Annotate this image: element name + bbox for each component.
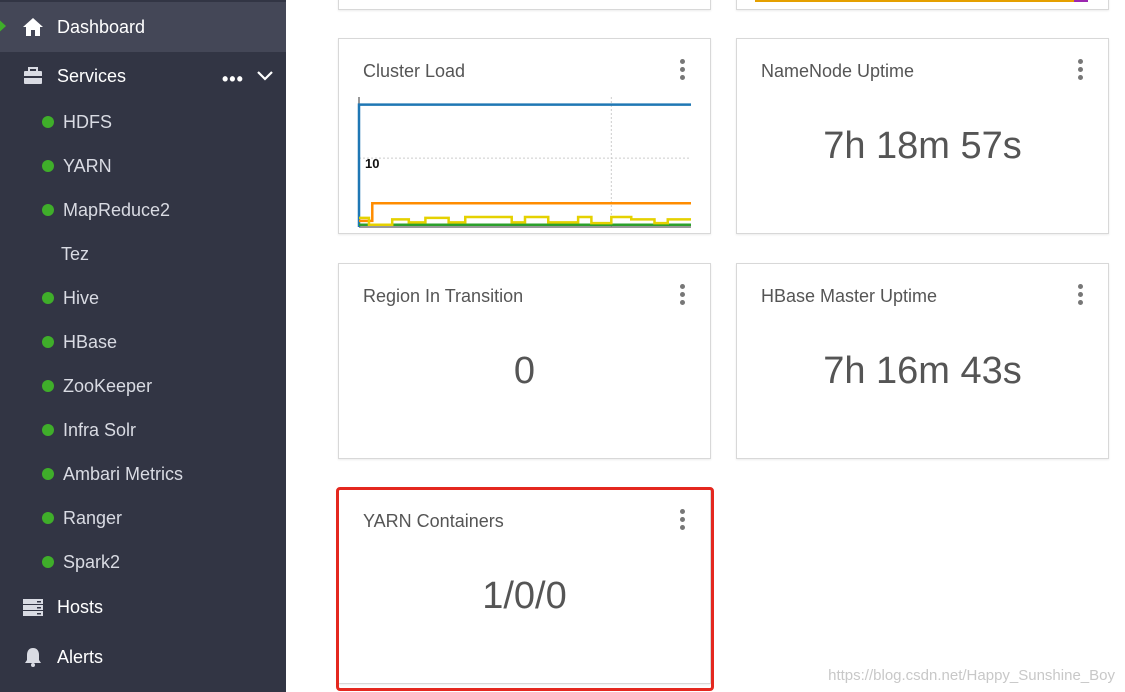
status-dot: [42, 512, 54, 524]
status-dot: [42, 336, 54, 348]
status-dot: [42, 424, 54, 436]
watermark: https://blog.csdn.net/Happy_Sunshine_Boy: [828, 667, 1115, 684]
nav-item-services[interactable]: Services •••: [0, 51, 286, 101]
status-dot: [42, 380, 54, 392]
region-in-transition-value: 0: [513, 350, 536, 392]
service-item-yarn[interactable]: YARN: [0, 144, 286, 188]
status-dot: [42, 468, 54, 480]
widget-namenode-uptime[interactable]: NameNode Uptime 7h 18m 57s: [736, 38, 1109, 234]
service-item-tez[interactable]: Tez: [0, 232, 286, 276]
widget-partial-left: [338, 0, 711, 10]
service-label: Infra Solr: [63, 419, 137, 440]
service-item-hive[interactable]: Hive: [0, 276, 286, 320]
widget-title: HBase Master Uptime: [761, 286, 938, 306]
service-item-hbase[interactable]: HBase: [0, 320, 286, 364]
widget-hbase-master-uptime[interactable]: HBase Master Uptime 7h 16m 43s: [736, 263, 1109, 459]
y-tick-label: 10: [365, 156, 379, 171]
widget-cluster-load[interactable]: Cluster Load 10: [338, 38, 711, 234]
chevron-down-icon[interactable]: [254, 64, 276, 86]
chart-line-fragment: [1074, 0, 1088, 2]
widget-partial-right: [736, 0, 1109, 10]
service-label: Ambari Metrics: [63, 463, 184, 484]
service-label: Spark2: [63, 551, 121, 572]
service-label: Tez: [61, 243, 90, 264]
briefcase-icon: [22, 65, 44, 87]
widget-title: Region In Transition: [363, 286, 524, 306]
kebab-menu-icon[interactable]: [676, 59, 688, 83]
hbase-master-uptime-value: 7h 16m 43s: [823, 350, 1022, 392]
chart-line-fragment: [755, 0, 1074, 2]
more-options-icon[interactable]: •••: [222, 69, 244, 90]
bell-icon: [22, 646, 44, 668]
service-label: Hive: [63, 287, 100, 308]
widget-title: NameNode Uptime: [761, 61, 915, 81]
nav-item-alerts[interactable]: Alerts: [0, 632, 286, 682]
service-label: Ranger: [63, 507, 123, 528]
nav-label-alerts: Alerts: [57, 646, 104, 667]
series-line-0: [357, 103, 691, 227]
nav-item-dashboard[interactable]: Dashboard: [0, 2, 286, 52]
service-item-ranger[interactable]: Ranger: [0, 496, 286, 540]
widget-title: Cluster Load: [363, 61, 466, 81]
service-item-mapreduce2[interactable]: MapReduce2: [0, 188, 286, 232]
nav-label-hosts: Hosts: [57, 596, 104, 617]
active-indicator: [0, 15, 6, 37]
kebab-menu-icon[interactable]: [1074, 284, 1086, 308]
status-dot: [42, 116, 54, 128]
kebab-menu-icon[interactable]: [1074, 59, 1086, 83]
server-icon: [22, 596, 44, 618]
namenode-uptime-value: 7h 18m 57s: [823, 125, 1022, 167]
service-item-hdfs[interactable]: HDFS: [0, 100, 286, 144]
service-label: YARN: [63, 155, 112, 176]
status-dot: [42, 292, 54, 304]
status-dot: [42, 204, 54, 216]
cluster-load-chart: 10: [357, 97, 691, 228]
widget-region-in-transition[interactable]: Region In Transition 0: [338, 263, 711, 459]
kebab-menu-icon[interactable]: [676, 284, 688, 308]
highlight-box: [336, 487, 714, 691]
service-item-ambari-metrics[interactable]: Ambari Metrics: [0, 452, 286, 496]
status-dot: [42, 556, 54, 568]
service-label: MapReduce2: [63, 199, 171, 220]
home-icon: [22, 16, 44, 38]
nav-item-hosts[interactable]: Hosts: [0, 582, 286, 632]
service-item-spark2[interactable]: Spark2: [0, 540, 286, 584]
service-item-infra-solr[interactable]: Infra Solr: [0, 408, 286, 452]
service-label: HDFS: [63, 111, 112, 132]
sidebar: Dashboard Services ••• HDFS YARN MapRedu…: [0, 0, 286, 692]
status-dot: [42, 160, 54, 172]
service-label: ZooKeeper: [63, 375, 153, 396]
service-item-zookeeper[interactable]: ZooKeeper: [0, 364, 286, 408]
nav-label-dashboard: Dashboard: [57, 16, 146, 37]
service-label: HBase: [63, 331, 118, 352]
nav-label-services: Services: [57, 65, 127, 86]
